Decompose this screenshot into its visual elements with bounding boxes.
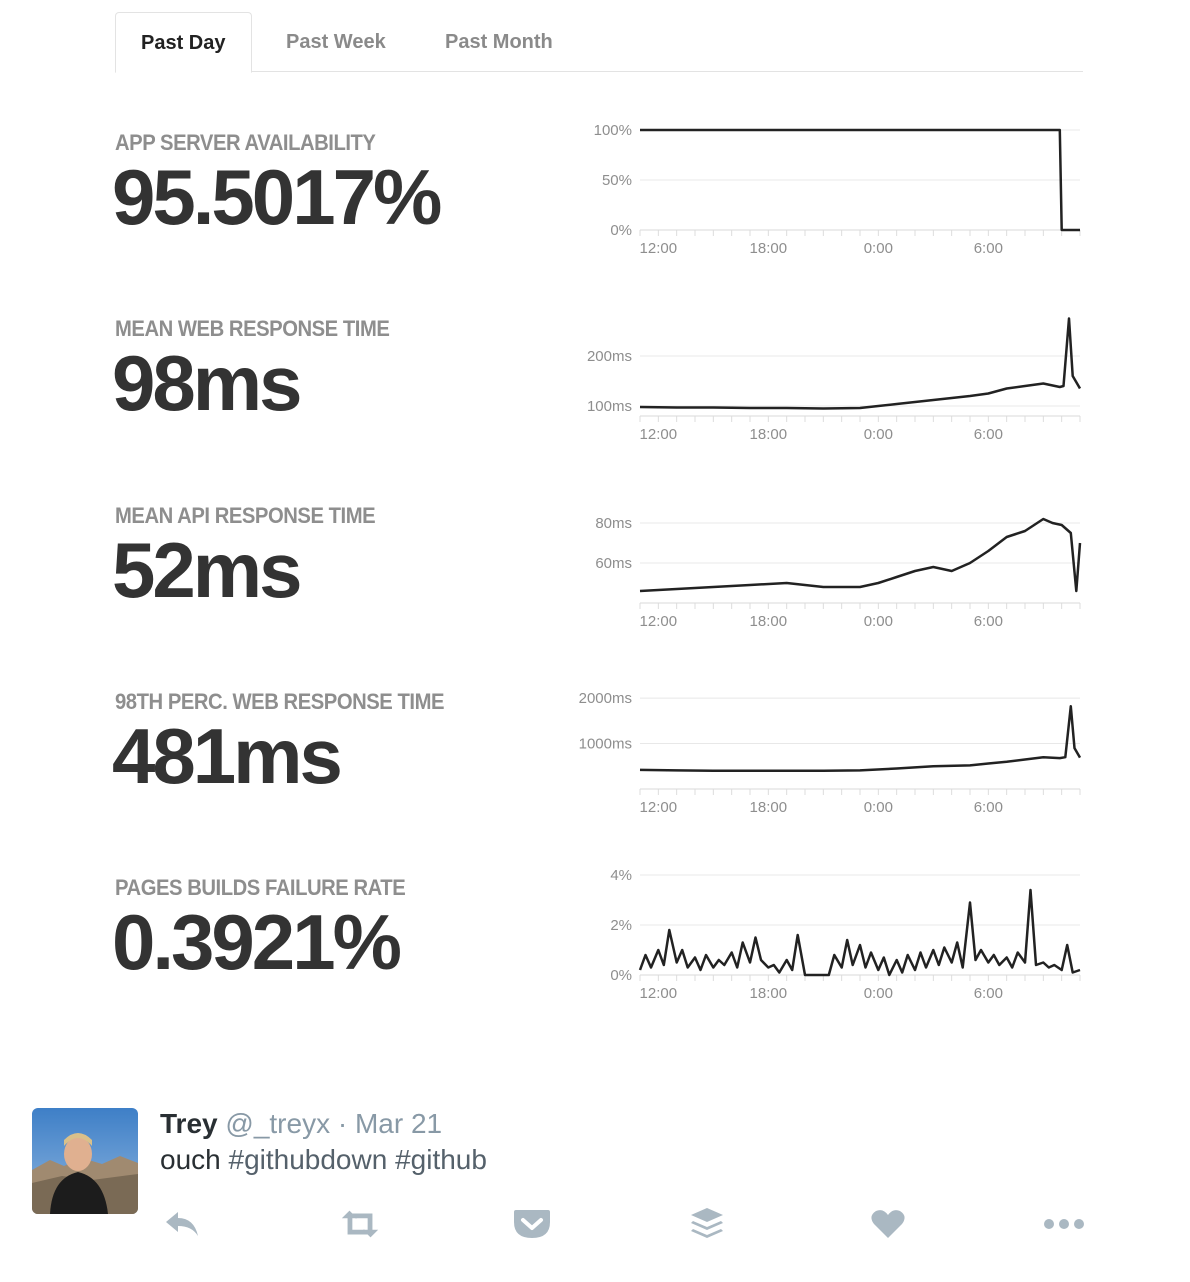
y-tick-label: 4% [610, 867, 632, 884]
x-tick-label: 18:00 [750, 426, 788, 443]
tweet-author-name[interactable]: Trey [160, 1108, 218, 1139]
reply-icon [166, 1212, 198, 1236]
x-tick-label: 18:00 [750, 799, 788, 816]
time-range-tabs: Past Day Past Week Past Month [115, 12, 1083, 73]
series-line [639, 517, 1082, 593]
reply-button[interactable] [160, 1204, 204, 1244]
metric-chart: 200ms 100ms 12:00 18:00 0:00 6:00 [570, 296, 1090, 446]
x-tick-label: 6:00 [974, 985, 1003, 1002]
x-tick-label: 0:00 [864, 985, 893, 1002]
metric-mean-api-response-time: MEAN API RESPONSE TIME 52ms 80ms 60ms 12:0… [112, 503, 1083, 653]
tweet-date[interactable]: Mar 21 [355, 1108, 442, 1139]
metric-value: 481ms [112, 712, 343, 800]
y-tick-label: 50% [602, 172, 632, 189]
y-tick-label: 2000ms [579, 690, 632, 707]
tweet-text: ouch #githubdown #github [160, 1144, 487, 1176]
metric-value: 98ms [112, 339, 302, 427]
more-icon [1044, 1219, 1084, 1229]
x-tick-label: 6:00 [974, 426, 1003, 443]
pocket-button[interactable] [510, 1204, 554, 1244]
heart-icon [871, 1210, 905, 1238]
sparkline-chart: 200ms 100ms 12:00 18:00 0:00 6:00 [587, 317, 1082, 443]
tweet-text-space [387, 1144, 395, 1175]
x-tick-label: 12:00 [640, 426, 678, 443]
tweet-handle[interactable]: @_treyx [225, 1108, 330, 1139]
buffer-button[interactable] [685, 1204, 729, 1244]
metric-chart: 80ms 60ms 12:00 18:00 0:00 6:00 [570, 483, 1090, 633]
series-line [639, 705, 1082, 773]
hashtag-link[interactable]: #githubdown [229, 1144, 388, 1175]
y-tick-label: 0% [610, 222, 632, 239]
like-button[interactable] [866, 1204, 910, 1244]
x-tick-label: 18:00 [750, 613, 788, 630]
metric-value: 0.3921% [112, 898, 402, 986]
x-tick-label: 0:00 [864, 613, 893, 630]
more-button[interactable] [1042, 1204, 1086, 1244]
retweet-icon [341, 1210, 379, 1238]
series-line [639, 317, 1082, 410]
x-tick-label: 12:00 [640, 799, 678, 816]
sparkline-chart: 80ms 60ms 12:00 18:00 0:00 6:00 [595, 515, 1082, 630]
metric-pages-builds-failure-rate: PAGES BUILDS FAILURE RATE 0.3921% 4% 2% 0%… [112, 867, 1083, 1025]
metric-chart: 2000ms 1000ms 12:00 18:00 0:00 6:00 [570, 669, 1090, 819]
metric-app-server-availability: APP SERVER AVAILABILITY 95.5017% 100% 50%… [112, 122, 1083, 280]
tweet-separator: · [330, 1108, 355, 1139]
x-tick-label: 12:00 [640, 985, 678, 1002]
y-tick-label: 1000ms [579, 736, 632, 753]
y-tick-label: 200ms [587, 348, 632, 365]
tab-past-week[interactable]: Past Week [286, 12, 386, 72]
metric-98th-perc-web-response-time: 98TH PERC. WEB RESPONSE TIME 481ms 2000m… [112, 689, 1083, 839]
x-tick-label: 12:00 [640, 613, 678, 630]
y-tick-label: 100% [594, 122, 632, 139]
hashtag-link[interactable]: #github [395, 1144, 487, 1175]
tab-past-day[interactable]: Past Day [115, 12, 252, 73]
y-tick-label: 60ms [595, 555, 632, 572]
tweet-header: Trey @_treyx · Mar 21 [160, 1108, 442, 1140]
tweet: Trey @_treyx · Mar 21 ouch #githubdown #… [32, 1108, 1158, 1268]
metric-chart: 100% 50% 0% 12:00 18:00 0:00 6:00 [570, 110, 1090, 260]
metric-value: 95.5017% [112, 153, 442, 241]
x-tick-label: 0:00 [864, 799, 893, 816]
y-tick-label: 100ms [587, 398, 632, 415]
x-tick-label: 6:00 [974, 613, 1003, 630]
x-tick-label: 6:00 [974, 240, 1003, 257]
x-tick-label: 0:00 [864, 426, 893, 443]
x-tick-label: 12:00 [640, 240, 678, 257]
metric-mean-web-response-time: MEAN WEB RESPONSE TIME 98ms 200ms 100ms 12… [112, 316, 1083, 466]
x-tick-label: 18:00 [750, 985, 788, 1002]
x-tick-label: 0:00 [864, 240, 893, 257]
y-tick-label: 2% [610, 917, 632, 934]
avatar-photo [32, 1108, 138, 1214]
sparkline-chart: 2000ms 1000ms 12:00 18:00 0:00 6:00 [579, 690, 1082, 816]
series-line [638, 888, 1081, 977]
x-tick-label: 18:00 [750, 240, 788, 257]
y-tick-label: 80ms [595, 515, 632, 532]
sparkline-chart: 4% 2% 0% 12:00 18:00 0:00 6:00 [610, 867, 1081, 1002]
tab-past-month[interactable]: Past Month [445, 12, 553, 72]
sparkline-chart: 100% 50% 0% 12:00 18:00 0:00 6:00 [594, 122, 1081, 257]
x-tick-label: 6:00 [974, 799, 1003, 816]
y-tick-label: 0% [610, 967, 632, 984]
tweet-text-body: ouch [160, 1144, 229, 1175]
pocket-icon [514, 1210, 550, 1238]
metric-chart: 4% 2% 0% 12:00 18:00 0:00 6:00 [570, 855, 1090, 1005]
buffer-icon [691, 1208, 723, 1238]
avatar[interactable] [32, 1108, 138, 1214]
metric-value: 52ms [112, 526, 302, 614]
tweet-actions [160, 1204, 1120, 1244]
retweet-button[interactable] [338, 1204, 382, 1244]
